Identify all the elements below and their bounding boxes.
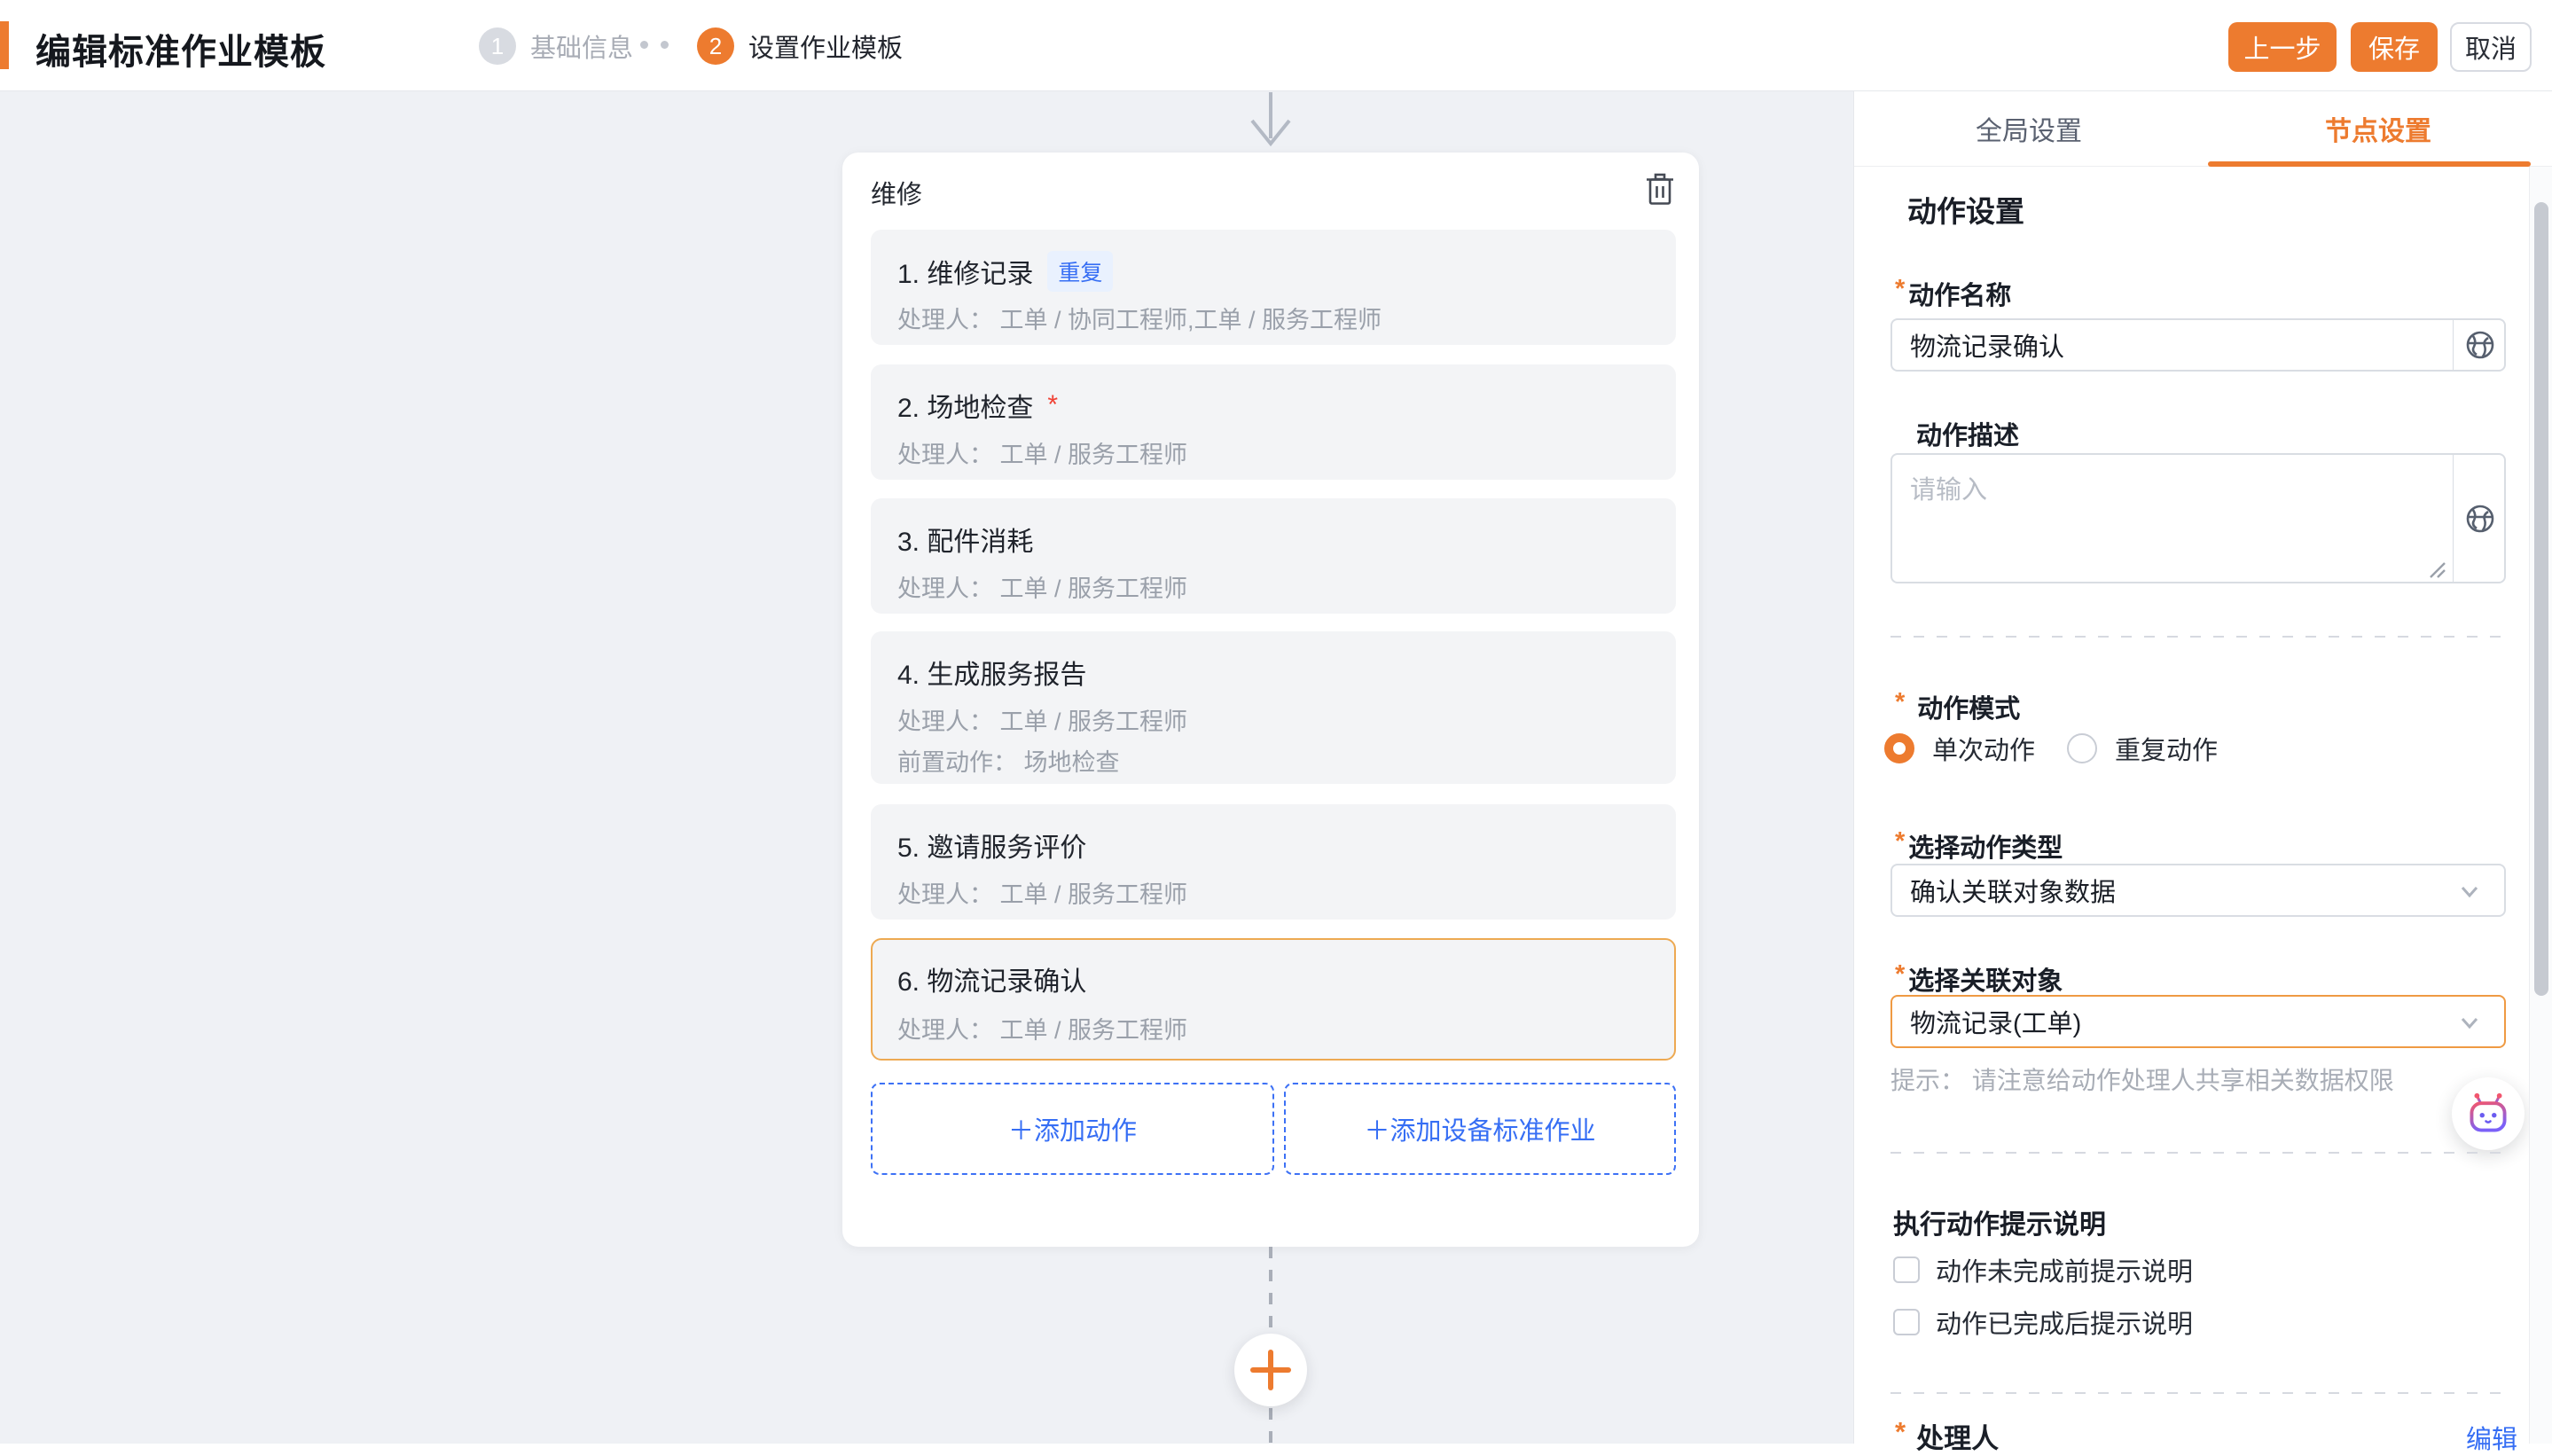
step-number-badge: 2 — [697, 27, 734, 65]
select-value: 确认关联对象数据 — [1892, 872, 2116, 909]
resize-handle-icon[interactable] — [2427, 560, 2446, 579]
section-title-action-settings: 动作设置 — [1907, 188, 2024, 231]
action-type-label: * 选择动作类型 — [1895, 827, 2063, 865]
action-node-6-selected[interactable]: 6. 物流记录确认 处理人： 工单 / 服务工程师 — [871, 938, 1676, 1061]
settings-panel: 全局设置 节点设置 动作设置 * 动作名称 动作描述 — [1853, 91, 2552, 1444]
tab-global-settings[interactable]: 全局设置 — [1854, 91, 2204, 166]
assistant-robot-button[interactable] — [2452, 1077, 2525, 1150]
action-node-4[interactable]: 4. 生成服务报告 处理人： 工单 / 服务工程师 前置动作： 场地检查 — [871, 631, 1676, 784]
action-node-handler: 处理人： 工单 / 服务工程师 — [897, 569, 1187, 604]
step-label: 基础信息 — [530, 27, 633, 65]
trash-icon — [1643, 172, 1677, 207]
required-mark: * — [1895, 827, 1905, 865]
panel-scrollbar-thumb[interactable] — [2534, 202, 2548, 996]
translate-button[interactable] — [2454, 320, 2506, 370]
previous-step-button[interactable]: 上一步 — [2228, 22, 2337, 72]
checkbox-icon — [1893, 1309, 1920, 1335]
title-accent-bar — [0, 21, 9, 69]
action-type-select[interactable]: 确认关联对象数据 — [1891, 864, 2506, 917]
action-node-handler: 处理人： 工单 / 服务工程师 — [897, 1011, 1187, 1045]
step-label: 设置作业模板 — [748, 27, 903, 65]
header: 编辑标准作业模板 1 基础信息 2 设置作业模板 上一步 保存 取消 — [0, 0, 2552, 91]
cancel-button[interactable]: 取消 — [2450, 22, 2532, 72]
radio-selected-icon — [1884, 733, 1914, 763]
action-node-handler: 处理人： 工单 / 服务工程师 — [897, 875, 1187, 910]
required-mark: * — [1895, 275, 1905, 312]
related-object-select[interactable]: 物流记录(工单) — [1891, 995, 2506, 1048]
group-title: 维修 — [871, 174, 922, 211]
page-title: 编辑标准作业模板 — [35, 23, 326, 74]
action-node-title: 6. 物流记录确认 — [897, 959, 1086, 998]
translate-button[interactable] — [2454, 455, 2506, 582]
action-name-input[interactable] — [1892, 320, 2449, 370]
required-mark: * — [1895, 1416, 1906, 1456]
radio-unselected-icon — [2067, 733, 2097, 763]
add-action-button[interactable]: ＋添加动作 — [871, 1083, 1274, 1175]
action-mode-radio-group: 单次动作 重复动作 — [1884, 730, 2218, 767]
action-node-title: 4. 生成服务报告 — [897, 653, 1086, 692]
action-desc-textarea[interactable] — [1892, 455, 2449, 582]
action-node-pre-action: 前置动作： 场地检查 — [897, 743, 1120, 778]
radio-single-action[interactable]: 单次动作 — [1884, 730, 2035, 767]
action-mode-label: * 动作模式 — [1895, 688, 2020, 725]
checkbox-icon — [1893, 1256, 1920, 1283]
dots-separator-icon — [640, 41, 669, 49]
action-desc-label: 动作描述 — [1916, 415, 2019, 452]
action-node-title: 3. 配件消耗 — [897, 520, 1033, 559]
action-node-handler: 处理人： 工单 / 协同工程师,工单 / 服务工程师 — [897, 301, 1382, 335]
checkbox-tip-before-complete[interactable]: 动作未完成前提示说明 — [1893, 1251, 2193, 1288]
add-node-button[interactable] — [1234, 1334, 1307, 1406]
required-mark: * — [1895, 960, 1905, 998]
action-node-title: 5. 邀请服务评价 — [897, 826, 1086, 865]
select-value: 物流记录(工单) — [1892, 1003, 2081, 1040]
save-button[interactable]: 保存 — [2351, 22, 2438, 72]
action-name-label: * 动作名称 — [1895, 275, 2011, 312]
execution-tips-title: 执行动作提示说明 — [1893, 1202, 2106, 1241]
workflow-canvas: 维修 1. 维修记录 重复 处理人： 工单 / 协同工程师,工单 / 服务工程师… — [0, 91, 1853, 1444]
step-number-badge: 1 — [479, 27, 516, 65]
required-mark: * — [1047, 390, 1058, 420]
action-node-2[interactable]: 2. 场地检查 * 处理人： 工单 / 服务工程师 — [871, 364, 1676, 480]
action-node-title: 1. 维修记录 重复 — [897, 251, 1113, 292]
action-node-5[interactable]: 5. 邀请服务评价 处理人： 工单 / 服务工程师 — [871, 804, 1676, 920]
required-mark: * — [1895, 688, 1905, 725]
panel-tabbar: 全局设置 节点设置 — [1854, 91, 2552, 167]
action-node-handler: 处理人： 工单 / 服务工程师 — [897, 435, 1187, 470]
workflow-group-card: 维修 1. 维修记录 重复 处理人： 工单 / 协同工程师,工单 / 服务工程师… — [842, 153, 1699, 1247]
action-node-title: 2. 场地检查 * — [897, 386, 1058, 425]
active-tab-underline — [2208, 161, 2531, 167]
related-object-label: * 选择关联对象 — [1895, 960, 2063, 998]
step-set-template[interactable]: 2 设置作业模板 — [697, 27, 903, 66]
plus-icon — [1250, 1350, 1291, 1390]
action-node-1[interactable]: 1. 维修记录 重复 处理人： 工单 / 协同工程师,工单 / 服务工程师 — [871, 230, 1676, 345]
action-node-handler: 处理人： 工单 / 服务工程师 — [897, 702, 1187, 737]
globe-icon — [2464, 503, 2496, 535]
globe-icon — [2464, 329, 2496, 361]
repeat-badge: 重复 — [1047, 251, 1113, 292]
add-device-standard-job-button[interactable]: ＋添加设备标准作业 — [1284, 1083, 1676, 1175]
checkbox-tip-after-complete[interactable]: 动作已完成后提示说明 — [1893, 1303, 2193, 1341]
action-name-field — [1891, 318, 2506, 372]
radio-repeat-action[interactable]: 重复动作 — [2067, 730, 2218, 767]
edit-handler-link[interactable]: 编辑 — [2466, 1419, 2517, 1456]
dashed-separator — [1891, 1152, 2506, 1154]
delete-group-button[interactable] — [1640, 170, 1679, 209]
action-node-3[interactable]: 3. 配件消耗 处理人： 工单 / 服务工程师 — [871, 498, 1676, 614]
step-basic-info[interactable]: 1 基础信息 — [479, 27, 633, 66]
action-desc-field — [1891, 453, 2506, 583]
handler-label: * 处理人 — [1895, 1416, 1999, 1456]
dashed-separator — [1891, 1392, 2506, 1394]
permission-hint: 提示： 请注意给动作处理人共享相关数据权限 — [1891, 1061, 2394, 1097]
arrow-down-icon — [1244, 92, 1297, 151]
tab-node-settings[interactable]: 节点设置 — [2204, 91, 2552, 166]
dashed-separator — [1891, 636, 2506, 638]
chevron-down-icon — [2456, 878, 2483, 904]
chevron-down-icon — [2456, 1009, 2483, 1036]
robot-icon — [2464, 1090, 2512, 1138]
